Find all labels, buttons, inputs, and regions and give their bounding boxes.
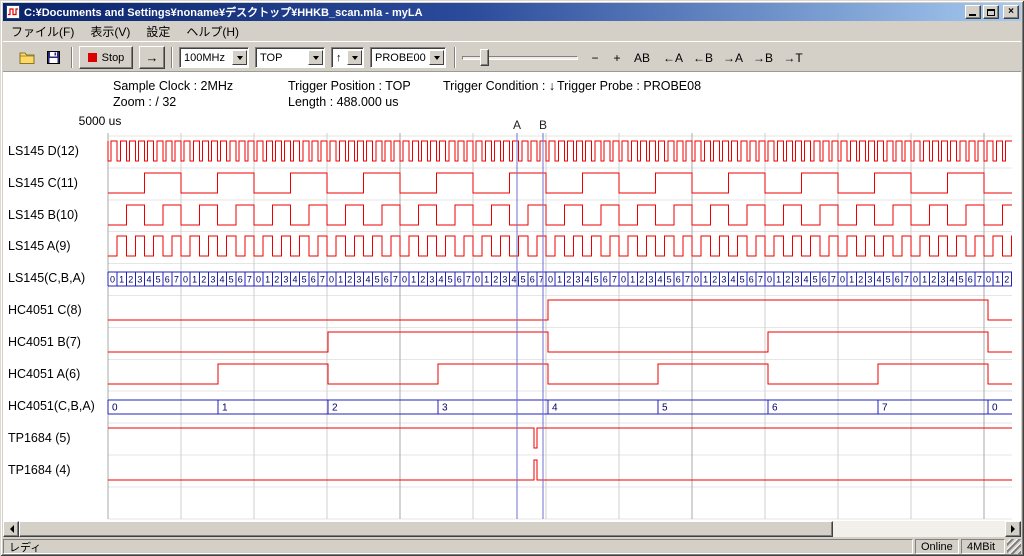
info-length: Length : 488.000 us [288, 95, 399, 109]
goto-b-right-button[interactable]: →B [749, 46, 777, 69]
info-trigger-probe: Trigger Probe : PROBE08 [557, 79, 701, 93]
slider-thumb[interactable] [480, 49, 489, 66]
channel-label[interactable]: TP1684 (4) [8, 463, 71, 477]
resize-grip[interactable] [1007, 539, 1021, 554]
info-trigger-position: Trigger Position : TOP [288, 79, 411, 93]
zoom-slider[interactable] [462, 46, 578, 69]
probe-select[interactable]: PROBE00 [370, 47, 446, 68]
channel-label[interactable]: HC4051 C(8) [8, 303, 82, 317]
run-arrow-icon: → [146, 50, 159, 65]
cursor-a-label[interactable]: A [511, 118, 523, 132]
info-trigger-condition: Trigger Condition : ↓ [443, 79, 555, 93]
channel-label[interactable]: HC4051 A(6) [8, 367, 80, 381]
trigger-edge-select[interactable]: ↑ [331, 47, 364, 68]
info-zoom: Zoom : / 32 [113, 95, 176, 109]
dropdown-arrow-icon[interactable] [347, 50, 362, 65]
maximize-icon [987, 9, 995, 16]
scroll-right-button[interactable] [1005, 521, 1021, 537]
title-bar[interactable]: C:¥Documents and Settings¥noname¥デスクトップ¥… [3, 3, 1021, 21]
close-button[interactable]: × [1003, 5, 1019, 19]
goto-trigger-button[interactable]: →T [779, 46, 807, 69]
trigger-position-value: TOP [256, 52, 308, 64]
clock-select-value: 100MHz [180, 52, 232, 64]
status-message: レディ [3, 539, 913, 554]
app-window: C:¥Documents and Settings¥noname¥デスクトップ¥… [0, 0, 1024, 556]
scroll-left-button[interactable] [3, 521, 19, 537]
channel-label[interactable]: LS145 C(11) [8, 176, 78, 190]
goto-b-left-button[interactable]: ←B [689, 46, 717, 69]
ab-button[interactable]: AB [629, 46, 655, 69]
minimize-button[interactable] [965, 5, 981, 19]
menu-help[interactable]: ヘルプ(H) [178, 21, 247, 43]
scrollbar-thumb[interactable] [19, 521, 833, 537]
window-title: C:¥Documents and Settings¥noname¥デスクトップ¥… [24, 4, 963, 20]
zoom-out-button[interactable]: − [585, 46, 605, 69]
dropdown-arrow-icon[interactable] [308, 50, 323, 65]
clock-select[interactable]: 100MHz [179, 47, 249, 68]
menu-bar: ファイル(F) 表示(V) 設定 ヘルプ(H) [3, 22, 1021, 41]
status-online: Online [915, 539, 959, 554]
channel-label-column: LS145 D(12) LS145 C(11) LS145 B(10) LS145 A… [0, 0, 110, 556]
probe-select-value: PROBE00 [371, 52, 429, 64]
zoom-in-button[interactable]: + [607, 46, 627, 69]
status-bar: レディ Online 4MBit [3, 539, 1021, 554]
menu-settings[interactable]: 設定 [138, 21, 178, 43]
channel-label[interactable]: HC4051(C,B,A) [8, 399, 95, 413]
info-sample-clock: Sample Clock : 2MHz [113, 79, 233, 93]
cursor-b-label[interactable]: B [537, 118, 549, 132]
maximize-button[interactable] [983, 5, 999, 19]
channel-label[interactable]: LS145 D(12) [8, 144, 79, 158]
dropdown-arrow-icon[interactable] [429, 50, 444, 65]
trigger-position-select[interactable]: TOP [255, 47, 325, 68]
trigger-edge-value: ↑ [332, 52, 347, 64]
dropdown-arrow-icon[interactable] [232, 50, 247, 65]
minimize-icon [969, 14, 976, 16]
toolbar: Stop → 100MHz TOP ↑ PROBE00 − + AB [3, 41, 1021, 72]
status-memory: 4MBit [961, 539, 1005, 554]
scroll-right-icon [1011, 525, 1019, 533]
toolbar-separator [454, 47, 456, 68]
channel-label[interactable]: LS145 B(10) [8, 208, 78, 222]
toolbar-separator [171, 47, 173, 68]
goto-a-left-button[interactable]: ←A [659, 46, 687, 69]
channel-label[interactable]: HC4051 B(7) [8, 335, 81, 349]
run-button[interactable]: → [139, 46, 165, 69]
channel-label[interactable]: TP1684 (5) [8, 431, 71, 445]
horizontal-scrollbar[interactable] [3, 521, 1021, 537]
waveform-client-area [3, 72, 1021, 521]
channel-label[interactable]: LS145 A(9) [8, 239, 71, 253]
close-icon: × [1008, 7, 1014, 17]
goto-a-right-button[interactable]: →A [719, 46, 747, 69]
channel-label[interactable]: LS145(C,B,A) [8, 271, 85, 285]
scroll-left-icon [6, 525, 14, 533]
